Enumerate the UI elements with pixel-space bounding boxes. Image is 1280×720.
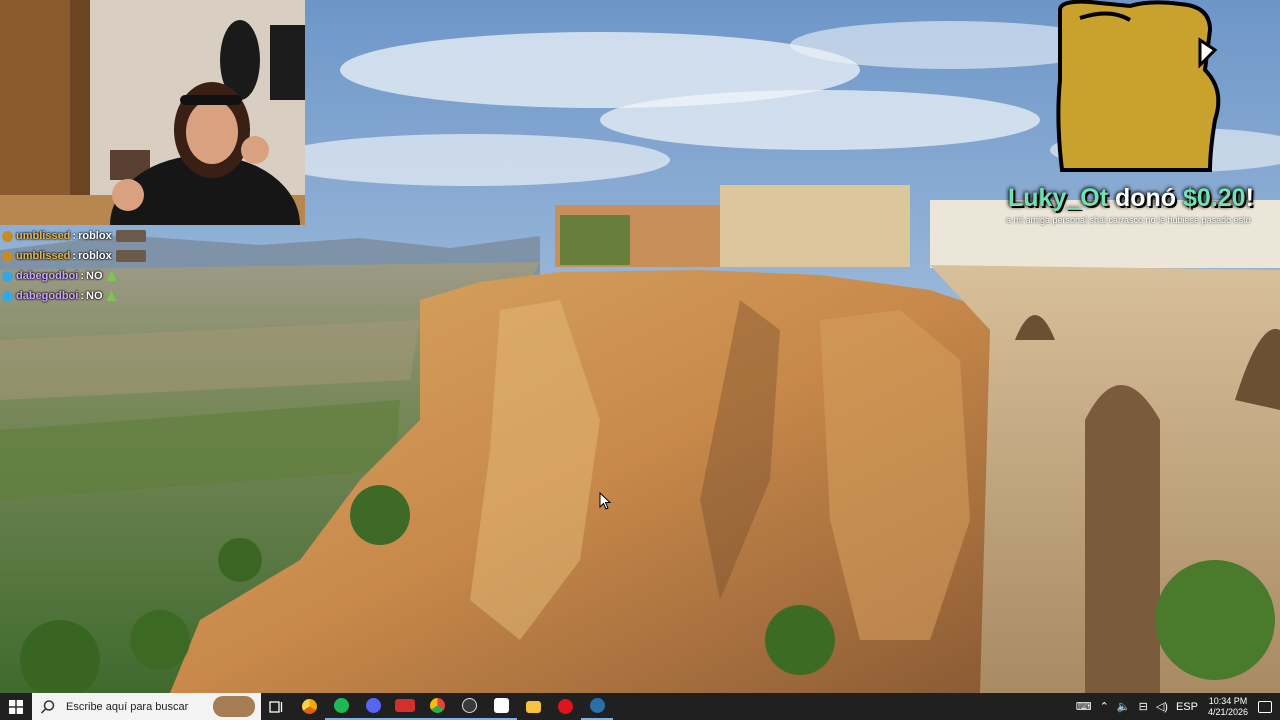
chat-message: dabegodboi : NO: [2, 266, 192, 286]
spotify-icon: [333, 698, 349, 713]
chat-separator: :: [72, 250, 77, 262]
search-placeholder: Escribe aquí para buscar: [66, 700, 189, 713]
taskbar-app-steam[interactable]: [581, 693, 613, 720]
folder-icon: [525, 700, 541, 713]
search-highlight-icon: [213, 696, 255, 717]
taskbar-app-obs[interactable]: [453, 693, 485, 720]
opera-icon: [557, 699, 573, 714]
language-indicator[interactable]: ESP: [1176, 701, 1198, 713]
voicemeeter-icon: [395, 699, 415, 712]
notification-center-icon[interactable]: [1258, 700, 1272, 713]
chat-username: dabegodboi: [16, 290, 79, 302]
chat-message: dabegodboi : NO: [2, 286, 192, 306]
tree-emote-icon: [106, 271, 117, 281]
donor-name: Luky_Ot: [1008, 184, 1109, 212]
donation-amount: $0.20: [1183, 184, 1246, 212]
chevron-up-icon[interactable]: ⌃: [1100, 700, 1109, 713]
speaker-icon[interactable]: ◁): [1156, 700, 1168, 713]
donation-suffix: !: [1245, 184, 1254, 212]
task-view-icon: [269, 700, 283, 713]
emote-icon: [115, 250, 146, 262]
mouse-cursor-icon: [599, 491, 612, 510]
taskbar-app-chrome[interactable]: [421, 693, 453, 720]
taskbar-app-epic[interactable]: [485, 693, 517, 720]
chat-separator: :: [72, 230, 77, 242]
taskbar-search-box[interactable]: Escribe aquí para buscar: [32, 693, 261, 720]
chat-separator: :: [80, 290, 84, 302]
user-badge-icon: [2, 250, 13, 262]
chat-message: umblissed : roblox: [2, 246, 192, 266]
chrome-icon: [429, 698, 445, 713]
donation-verb: donó: [1108, 184, 1184, 212]
chat-message: umblissed : roblox: [2, 226, 192, 246]
obs-icon: [461, 698, 477, 713]
chat-username: umblissed: [16, 230, 71, 242]
taskbar-app-chrome-canary[interactable]: [293, 693, 325, 720]
start-button[interactable]: [0, 693, 32, 720]
taskbar-app-discord[interactable]: [357, 693, 389, 720]
chrome-canary-icon: [301, 699, 317, 714]
taskbar-app-voicemeeter[interactable]: [389, 693, 421, 720]
steam-icon: [589, 698, 605, 713]
clock-date: 4/21/2026: [1207, 706, 1248, 717]
keyboard-icon[interactable]: ⌨: [1076, 700, 1092, 713]
chat-username: umblissed: [16, 250, 71, 262]
search-icon: [40, 699, 55, 714]
volume-icon[interactable]: 🔈: [1117, 700, 1131, 713]
donation-message: a mi amiga personal shai carrasco no le …: [1006, 215, 1251, 225]
tree-emote-icon: [106, 291, 117, 301]
clock-time: 10:34 PM: [1208, 695, 1248, 706]
taskbar: Escribe aquí para buscar ⌨ ⌃ 🔈 ⊟ ◁) ESP …: [0, 693, 1280, 720]
taskbar-app-spotify[interactable]: [325, 693, 357, 720]
webcam-overlay: [0, 0, 305, 225]
taskbar-app-file-explorer[interactable]: [517, 693, 549, 720]
donation-alert-image: [1050, 0, 1225, 175]
taskbar-app-opera[interactable]: [549, 693, 581, 720]
chat-overlay: umblissed : roblox umblissed : roblox da…: [2, 226, 192, 306]
taskbar-clock[interactable]: 10:34 PM 4/21/2026: [1208, 696, 1248, 718]
chat-text: NO: [86, 290, 103, 302]
streamer-camera-image: [0, 0, 305, 225]
discord-icon: [365, 698, 381, 713]
chat-text: NO: [86, 270, 103, 282]
chat-separator: :: [80, 270, 84, 282]
network-icon[interactable]: ⊟: [1139, 700, 1148, 713]
task-view-button[interactable]: [261, 693, 293, 720]
windows-icon: [9, 699, 23, 714]
user-badge-icon: [2, 290, 13, 302]
epic-games-icon: [493, 698, 509, 713]
emote-icon: [115, 230, 146, 242]
system-tray: ⌨ ⌃ 🔈 ⊟ ◁) ESP 10:34 PM 4/21/2026: [1072, 693, 1280, 720]
user-badge-icon: [2, 270, 13, 282]
chat-text: roblox: [78, 230, 112, 242]
user-badge-icon: [2, 230, 13, 242]
chat-text: roblox: [78, 250, 112, 262]
donation-alert-text: Luky_Ot donó $0.20!: [1008, 184, 1254, 213]
chat-username: dabegodboi: [16, 270, 79, 282]
